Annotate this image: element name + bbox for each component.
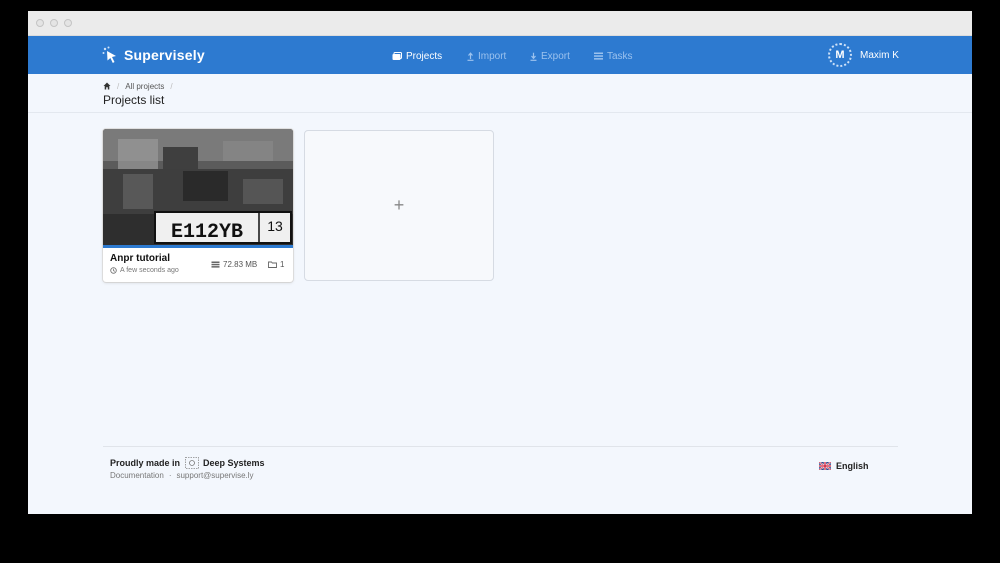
brand-name: Supervisely — [124, 47, 205, 63]
top-navbar: Supervisely Projects Import Export Tasks… — [28, 36, 972, 74]
project-updated-text: A few seconds ago — [120, 267, 179, 274]
cursor-logo-icon — [102, 46, 116, 63]
nav-projects-label: Projects — [406, 50, 443, 62]
documentation-link[interactable]: Documentation — [110, 471, 164, 480]
company-name[interactable]: Deep Systems — [203, 458, 265, 468]
window-titlebar — [28, 11, 972, 36]
breadcrumb-all-projects[interactable]: All projects — [125, 82, 164, 91]
nav-projects[interactable]: Projects — [392, 48, 442, 64]
upload-icon — [467, 51, 474, 61]
folder-icon — [268, 261, 277, 268]
storage-icon — [211, 261, 220, 268]
breadcrumb-separator: / — [117, 81, 120, 91]
zoom-window-dot[interactable] — [64, 19, 72, 27]
project-updated: A few seconds ago — [110, 267, 179, 274]
plate-number: E112YB — [171, 221, 243, 244]
project-card[interactable]: E112YB 13 Anpr tutorial A few seconds ag… — [103, 129, 293, 282]
footer-separator: · — [168, 471, 172, 480]
download-icon — [530, 52, 537, 61]
uk-flag-icon — [819, 462, 831, 470]
page-title: Projects list — [103, 93, 165, 107]
avatar: M — [828, 43, 852, 67]
footer-made-in: Proudly made in Deep Systems — [110, 457, 265, 469]
deep-systems-logo-icon — [185, 457, 199, 469]
user-menu[interactable]: M Maxim K — [828, 43, 899, 67]
title-divider — [28, 112, 972, 113]
folders-icon — [392, 51, 402, 60]
nav-tasks-label: Tasks — [607, 50, 633, 62]
footer-divider — [103, 446, 898, 447]
nav-export[interactable]: Export — [530, 48, 570, 64]
nav-import-label: Import — [478, 50, 507, 62]
home-icon[interactable] — [103, 82, 111, 90]
project-datasets-count: 1 — [280, 260, 285, 269]
project-name[interactable]: Anpr tutorial — [110, 253, 170, 264]
plate-region: 13 — [267, 218, 283, 234]
minimize-window-dot[interactable] — [50, 19, 58, 27]
nav-tasks[interactable]: Tasks — [594, 48, 633, 64]
nav-export-label: Export — [541, 50, 570, 62]
nav-import[interactable]: Import — [467, 48, 506, 64]
made-in-label: Proudly made in — [110, 458, 181, 468]
plus-icon: + — [393, 195, 405, 215]
project-thumbnail: E112YB 13 — [103, 129, 293, 246]
project-datasets: 1 — [268, 260, 284, 269]
user-name: Maxim K — [860, 49, 899, 61]
brand-logo[interactable]: Supervisely — [102, 44, 205, 66]
tasks-list-icon — [594, 52, 603, 60]
card-accent-bar — [103, 245, 293, 248]
project-size: 72.83 MB — [211, 260, 257, 269]
breadcrumb: / All projects / — [103, 80, 179, 92]
breadcrumb-separator: / — [170, 81, 173, 91]
footer-links: Documentation · support@supervise.ly — [110, 471, 254, 480]
close-window-dot[interactable] — [36, 19, 44, 27]
language-selector[interactable]: English — [819, 461, 869, 471]
support-email-link[interactable]: support@supervise.ly — [176, 471, 253, 480]
project-size-text: 72.83 MB — [223, 260, 258, 269]
browser-window: Supervisely Projects Import Export Tasks… — [28, 11, 972, 514]
add-project-card[interactable]: + — [304, 130, 494, 281]
clock-icon — [110, 267, 117, 274]
language-label: English — [836, 461, 869, 471]
